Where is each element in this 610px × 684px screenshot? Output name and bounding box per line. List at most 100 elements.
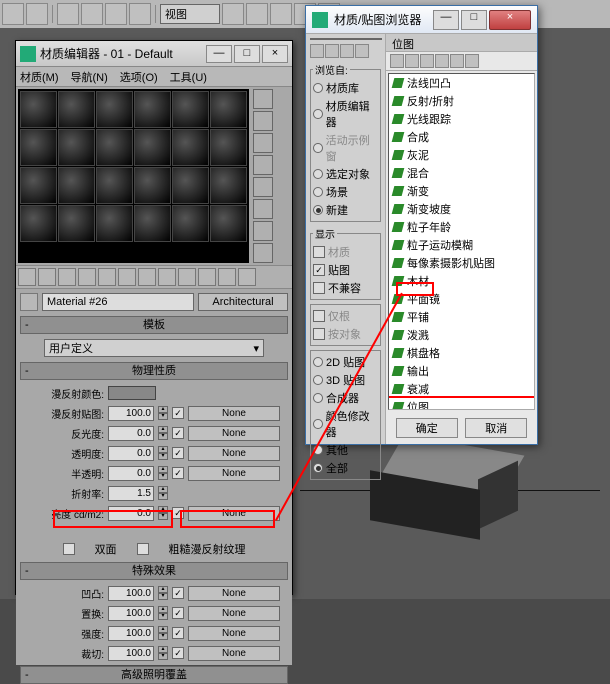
tool-button[interactable] <box>81 3 103 25</box>
sample-slot[interactable] <box>134 129 171 166</box>
spin-down[interactable]: ▾ <box>158 493 168 500</box>
list-item[interactable]: 位图 <box>389 398 534 410</box>
spin-down[interactable]: ▾ <box>158 473 168 480</box>
tool-button[interactable] <box>26 3 48 25</box>
list-view-icon[interactable] <box>465 54 479 68</box>
sample-slot[interactable] <box>172 167 209 204</box>
cb-maps[interactable]: ✓ <box>313 264 325 276</box>
diffuse-map-spinner[interactable]: 100.0 <box>108 406 154 421</box>
spin-up[interactable]: ▴ <box>158 586 168 593</box>
list-item[interactable]: 衰减 <box>389 380 534 398</box>
spin-up[interactable]: ▴ <box>158 466 168 473</box>
radio-mtl-lib[interactable] <box>313 83 323 93</box>
assign-button[interactable] <box>58 268 76 286</box>
radio-compositors[interactable] <box>313 393 323 403</box>
sample-slot[interactable] <box>96 91 133 128</box>
tool-button[interactable] <box>105 3 127 25</box>
list-item[interactable]: 粒子运动模糊 <box>389 236 534 254</box>
list-view-icon[interactable] <box>420 54 434 68</box>
radio-2d[interactable] <box>313 357 323 367</box>
sample-slot[interactable] <box>20 167 57 204</box>
list-item[interactable]: 每像素摄影机贴图 <box>389 254 534 272</box>
list-item[interactable]: 混合 <box>389 164 534 182</box>
view-dropdown[interactable]: 视图 <box>160 4 220 24</box>
sample-slot[interactable] <box>20 129 57 166</box>
sample-slot[interactable] <box>96 205 133 242</box>
sample-slot[interactable] <box>134 91 171 128</box>
displacement-check[interactable]: ✓ <box>172 607 184 619</box>
spin-up[interactable]: ▴ <box>158 646 168 653</box>
intensity-check[interactable]: ✓ <box>172 627 184 639</box>
list-item[interactable]: 合成 <box>389 128 534 146</box>
list-view-icon[interactable] <box>435 54 449 68</box>
options-button[interactable] <box>253 221 273 241</box>
make-copy-button[interactable] <box>98 268 116 286</box>
spin-down[interactable]: ▾ <box>158 613 168 620</box>
radio-selected[interactable] <box>313 169 323 179</box>
bump-spinner[interactable]: 100.0 <box>108 586 154 601</box>
list-item[interactable]: 粒子年龄 <box>389 218 534 236</box>
template-combo[interactable]: 用户定义 <box>44 339 264 357</box>
go-forward-button[interactable] <box>238 268 256 286</box>
minimize-button[interactable]: — <box>206 45 232 63</box>
sample-slot[interactable] <box>172 205 209 242</box>
material-type-button[interactable]: Architectural <box>198 293 288 311</box>
section-template[interactable]: 模板 <box>20 316 288 334</box>
browser-titlebar[interactable]: 材质/贴图浏览器 — □ × <box>306 6 537 34</box>
make-preview-button[interactable] <box>253 199 273 219</box>
sample-slot[interactable] <box>172 129 209 166</box>
translucency-check[interactable]: ✓ <box>172 467 184 479</box>
select-by-mat-button[interactable] <box>253 243 273 263</box>
diffuse-map-check[interactable]: ✓ <box>172 407 184 419</box>
sample-slot[interactable] <box>134 205 171 242</box>
sample-slot[interactable] <box>210 91 247 128</box>
pick-button[interactable] <box>20 293 38 311</box>
menu-tools[interactable]: 工具(U) <box>170 69 207 84</box>
view-tree-icon[interactable] <box>355 44 369 58</box>
sample-slot[interactable] <box>210 129 247 166</box>
ior-spinner[interactable]: 1.5 <box>108 486 154 501</box>
video-check-button[interactable] <box>253 177 273 197</box>
list-view-icon[interactable] <box>450 54 464 68</box>
radio-other[interactable] <box>313 445 323 455</box>
view-list-icon[interactable] <box>310 44 324 58</box>
view-small-icon[interactable] <box>325 44 339 58</box>
list-view-icon[interactable] <box>405 54 419 68</box>
spin-up[interactable]: ▴ <box>158 426 168 433</box>
luminance-spinner[interactable]: 0.0 <box>108 506 154 521</box>
sample-slot[interactable] <box>58 205 95 242</box>
intensity-spinner[interactable]: 100.0 <box>108 626 154 641</box>
spin-down[interactable]: ▾ <box>158 513 168 520</box>
background-button[interactable] <box>253 133 273 153</box>
tool-button[interactable] <box>222 3 244 25</box>
luminance-map-button[interactable]: None <box>188 506 280 521</box>
diffuse-color-swatch[interactable] <box>108 386 156 400</box>
spin-down[interactable]: ▾ <box>158 653 168 660</box>
shininess-check[interactable]: ✓ <box>172 427 184 439</box>
sample-slot[interactable] <box>134 167 171 204</box>
sample-type-button[interactable] <box>253 89 273 109</box>
spin-down[interactable]: ▾ <box>158 633 168 640</box>
backlight-button[interactable] <box>253 111 273 131</box>
close-button[interactable]: × <box>262 45 288 63</box>
sample-slot[interactable] <box>210 205 247 242</box>
spin-up[interactable]: ▴ <box>158 486 168 493</box>
radio-3d[interactable] <box>313 375 323 385</box>
spin-up[interactable]: ▴ <box>158 446 168 453</box>
close-button[interactable]: × <box>489 10 531 30</box>
spin-up[interactable]: ▴ <box>158 506 168 513</box>
spin-up[interactable]: ▴ <box>158 406 168 413</box>
transparency-spinner[interactable]: 0.0 <box>108 446 154 461</box>
intensity-map-button[interactable]: None <box>188 626 280 641</box>
list-item[interactable]: 棋盘格 <box>389 344 534 362</box>
go-parent-button[interactable] <box>218 268 236 286</box>
sample-slot[interactable] <box>172 91 209 128</box>
displacement-spinner[interactable]: 100.0 <box>108 606 154 621</box>
radio-all[interactable] <box>313 463 323 473</box>
cancel-button[interactable]: 取消 <box>465 418 527 438</box>
scene-box-object[interactable] <box>370 455 520 545</box>
sample-slot[interactable] <box>96 167 133 204</box>
reset-button[interactable] <box>78 268 96 286</box>
list-item[interactable]: 渐变坡度 <box>389 200 534 218</box>
displacement-map-button[interactable]: None <box>188 606 280 621</box>
